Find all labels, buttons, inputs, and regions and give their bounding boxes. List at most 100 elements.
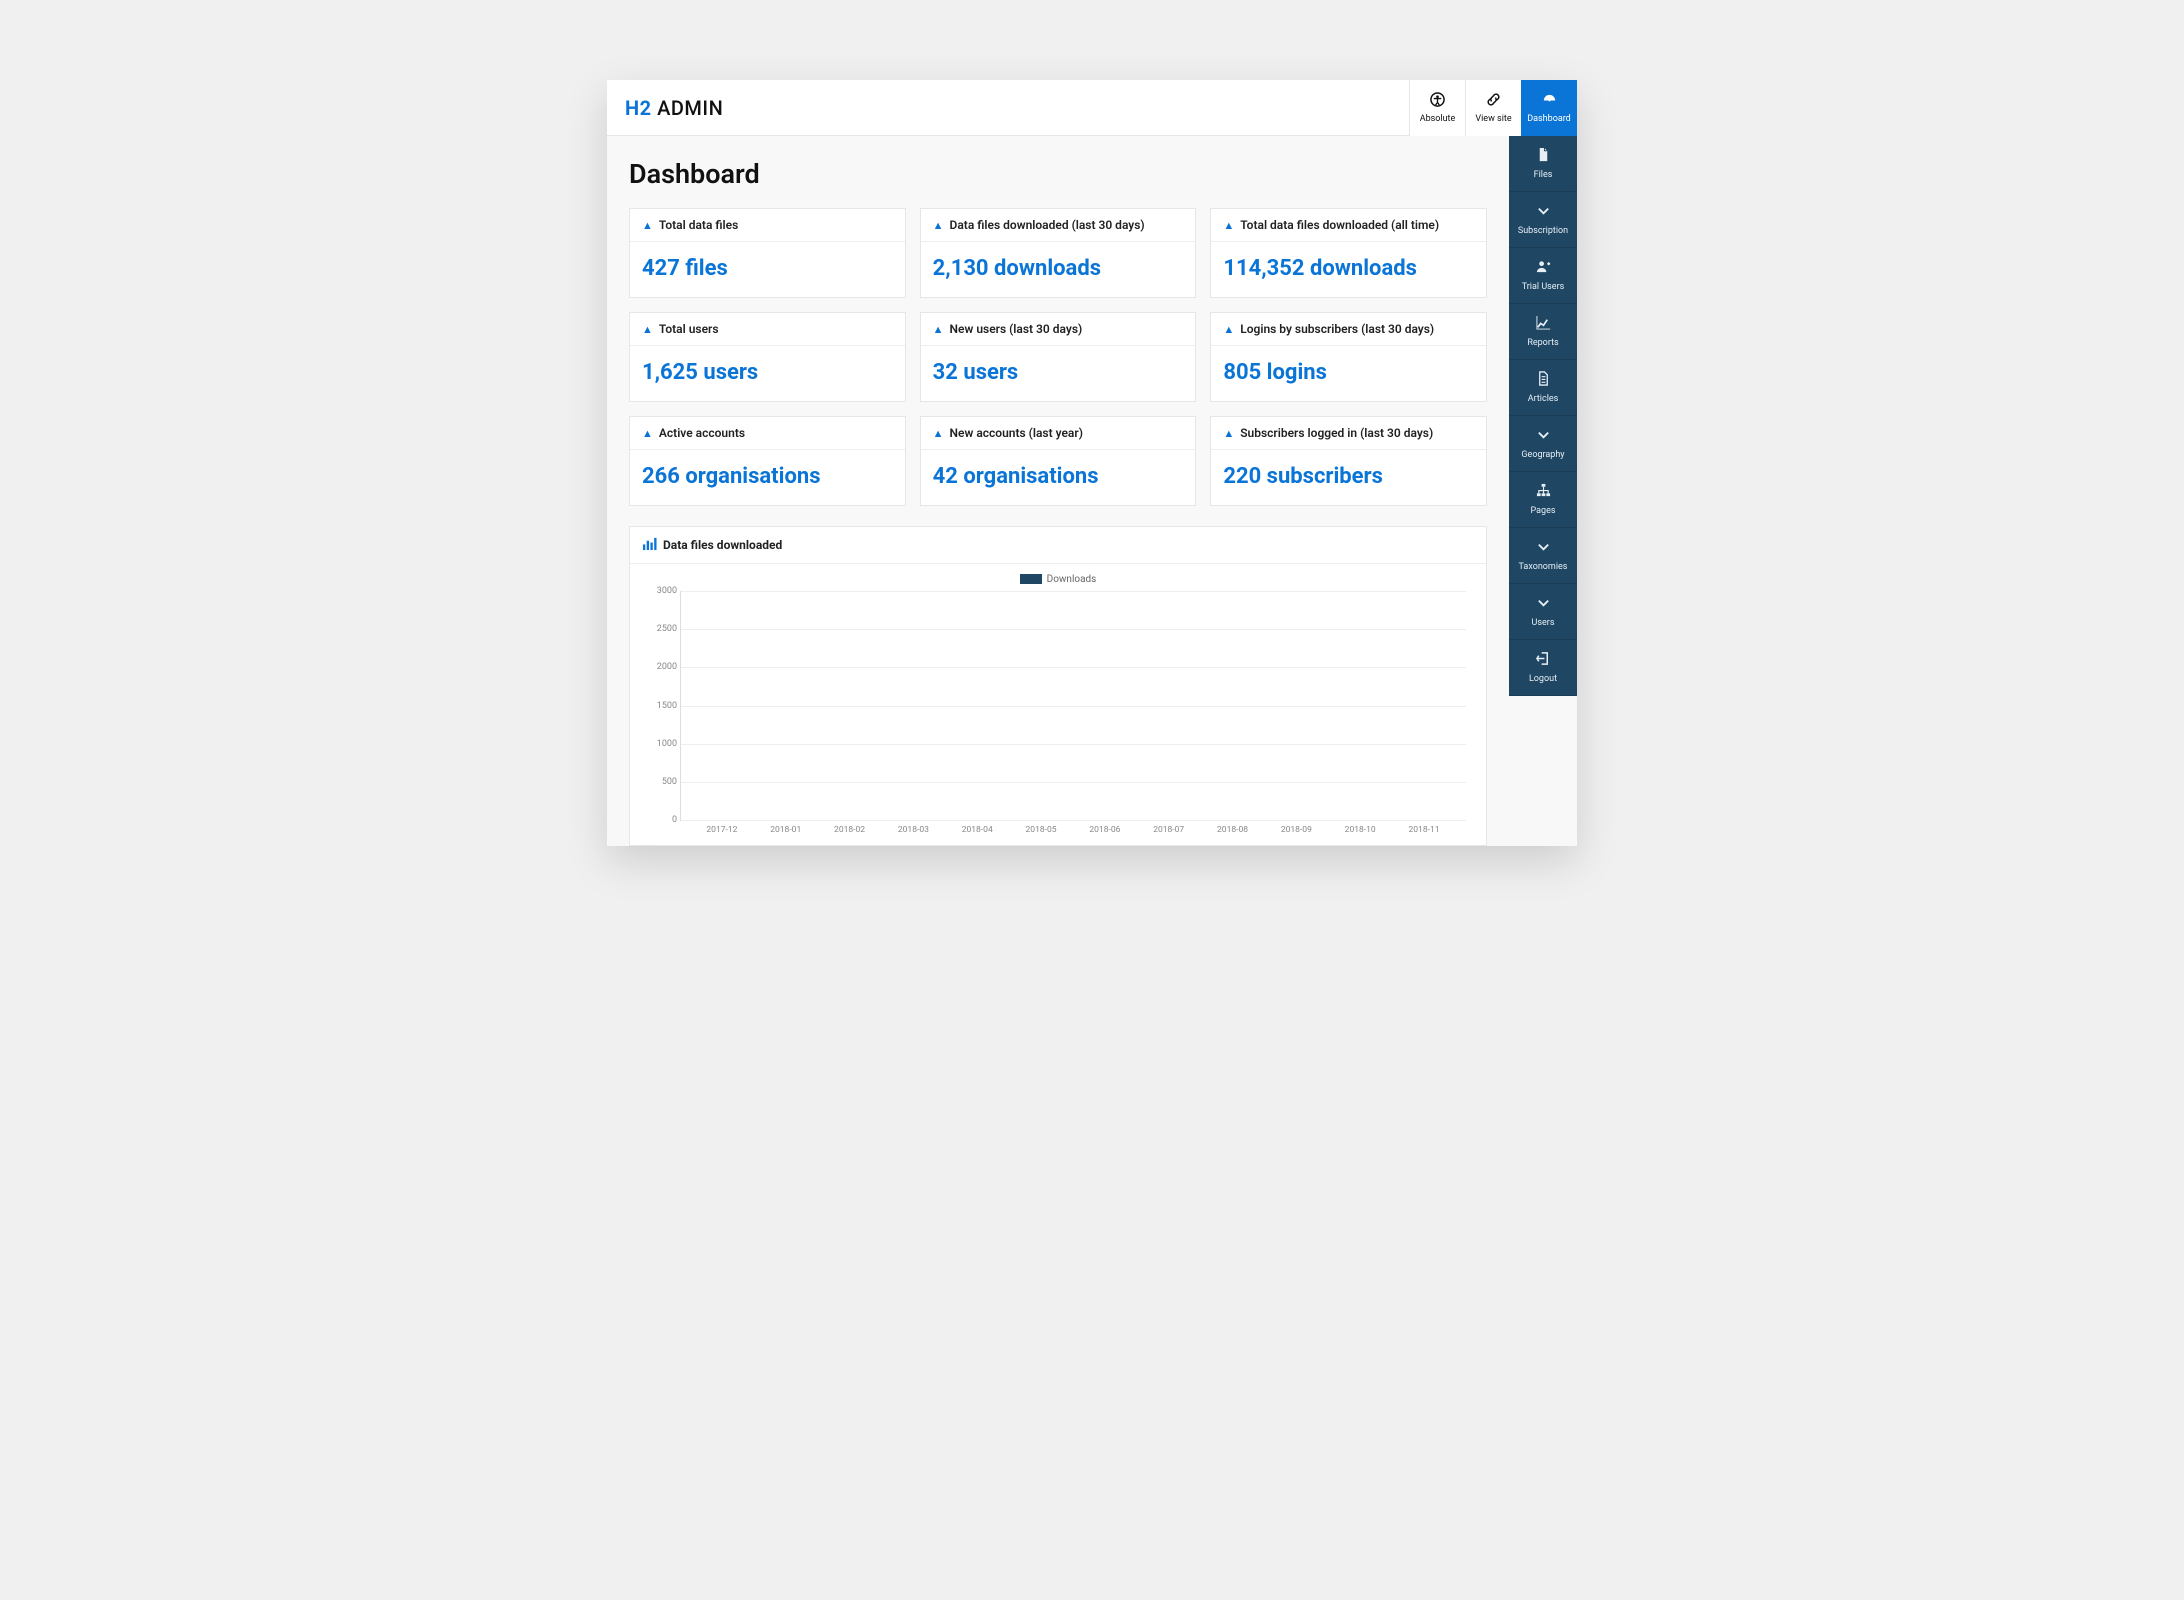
rail-item-reports[interactable]: Reports <box>1509 304 1577 360</box>
rail-item-label: Pages <box>1531 506 1556 516</box>
user-plus-icon <box>1536 259 1551 278</box>
stat-head: ▲Total data files <box>630 209 905 242</box>
chart-header: Data files downloaded <box>630 527 1486 564</box>
x-tick: 2018-07 <box>1149 825 1189 835</box>
header-btn-view-site[interactable]: View site <box>1465 80 1521 136</box>
bar-chart-icon <box>642 536 657 554</box>
rail-item-trial-users[interactable]: Trial Users <box>1509 248 1577 304</box>
gridline <box>681 820 1466 821</box>
y-tick: 1000 <box>643 739 677 749</box>
stat-card[interactable]: ▲ Subscribers logged in (last 30 days) 220… <box>1210 416 1487 506</box>
stat-card[interactable]: ▲Logins by subscribers (last 30 days)805… <box>1210 312 1487 402</box>
x-tick: 2018-09 <box>1276 825 1316 835</box>
stat-value: 32 users <box>921 346 1196 401</box>
stat-title: Active accounts <box>659 426 745 440</box>
main-content: Dashboard ▲Total data files427 files▲Dat… <box>607 136 1509 846</box>
header-btn-label: Dashboard <box>1527 114 1571 124</box>
stat-card[interactable]: ▲New accounts (last year)42 organisation… <box>920 416 1197 506</box>
chevron-down-icon <box>1536 595 1551 614</box>
arrow-up-icon: ▲ <box>1223 427 1234 440</box>
file-icon <box>1536 147 1551 166</box>
arrow-up-icon: ▲ <box>1223 323 1234 336</box>
brand-prefix: H2 <box>625 96 652 120</box>
accessibility-icon <box>1430 92 1445 111</box>
x-tick: 2018-05 <box>1021 825 1061 835</box>
stat-head: ▲New users (last 30 days) <box>921 313 1196 346</box>
bars-container <box>681 591 1466 820</box>
stat-value: 2,130 downloads <box>921 242 1196 297</box>
rail-item-subscription[interactable]: Subscription <box>1509 192 1577 248</box>
stat-title: Subscribers logged in (last 30 days) <box>1240 426 1433 440</box>
x-tick: 2018-02 <box>830 825 870 835</box>
link-icon <box>1486 92 1501 111</box>
chart-plot: 050010001500200025003000 <box>680 591 1466 821</box>
stat-card[interactable]: ▲ Total users 1,625 users <box>629 312 906 402</box>
arrow-up-icon: ▲ <box>642 427 653 440</box>
stat-head: ▲ New accounts (last year) <box>921 417 1196 450</box>
rail-item-label: Subscription <box>1518 226 1568 236</box>
x-tick: 2018-01 <box>766 825 806 835</box>
stat-value: 427 files <box>630 242 905 297</box>
chart-legend: Downloads <box>640 574 1476 585</box>
y-tick: 1500 <box>643 701 677 711</box>
rail-item-geography[interactable]: Geography <box>1509 416 1577 472</box>
rail-item-taxonomies[interactable]: Taxonomies <box>1509 528 1577 584</box>
chart-body: Downloads 050010001500200025003000 2017-… <box>630 564 1486 845</box>
stat-value: 266 organisations <box>630 450 905 505</box>
chevron-down-icon <box>1536 203 1551 222</box>
stat-title: Total users <box>659 322 719 336</box>
x-tick: 2018-03 <box>893 825 933 835</box>
header-btn-dashboard[interactable]: Dashboard <box>1521 80 1577 136</box>
stat-value: 114,352 downloads <box>1211 242 1486 297</box>
rail-item-articles[interactable]: Articles <box>1509 360 1577 416</box>
x-tick: 2018-10 <box>1340 825 1380 835</box>
x-tick: 2017-12 <box>702 825 742 835</box>
chevron-down-icon <box>1536 427 1551 446</box>
stat-title: New accounts (last year) <box>950 426 1083 440</box>
header-btn-label: View site <box>1475 114 1511 124</box>
stat-card[interactable]: ▲New users (last 30 days)32 users <box>920 312 1197 402</box>
arrow-up-icon: ▲ <box>933 219 944 232</box>
sitemap-icon <box>1536 483 1551 502</box>
dashboard-icon <box>1542 92 1557 111</box>
y-tick: 500 <box>643 777 677 787</box>
arrow-up-icon: ▲ <box>642 323 653 336</box>
x-tick: 2018-06 <box>1085 825 1125 835</box>
stat-head: ▲ Total users <box>630 313 905 346</box>
chart-card: Data files downloaded Downloads 05001000… <box>629 526 1487 846</box>
rail-item-label: Reports <box>1527 338 1558 348</box>
stat-title: Data files downloaded (last 30 days) <box>950 218 1145 232</box>
rail-item-pages[interactable]: Pages <box>1509 472 1577 528</box>
document-icon <box>1536 371 1551 390</box>
stat-value: 1,625 users <box>630 346 905 401</box>
stat-head: ▲ Active accounts <box>630 417 905 450</box>
x-tick: 2018-08 <box>1213 825 1253 835</box>
y-tick: 0 <box>643 815 677 825</box>
rail-item-files[interactable]: Files <box>1509 136 1577 192</box>
header-btn-label: Absolute <box>1420 114 1456 124</box>
arrow-up-icon: ▲ <box>1223 219 1234 232</box>
y-tick: 2500 <box>643 624 677 634</box>
stat-head: ▲ Subscribers logged in (last 30 days) <box>1211 417 1486 450</box>
header-btn-absolute[interactable]: Absolute <box>1409 80 1465 136</box>
chart-line-icon <box>1536 315 1551 334</box>
stat-value: 805 logins <box>1211 346 1486 401</box>
side-rail: Files Subscription Trial Users Reports Artic… <box>1509 136 1577 696</box>
rail-item-label: Files <box>1534 170 1553 180</box>
stats-grid: ▲Total data files427 files ▲ Data files do… <box>629 208 1487 506</box>
logout-icon <box>1536 651 1551 670</box>
rail-item-users[interactable]: Users <box>1509 584 1577 640</box>
stat-card[interactable]: ▲Total data files downloaded (all time)1… <box>1210 208 1487 298</box>
arrow-up-icon: ▲ <box>933 427 944 440</box>
stat-title: New users (last 30 days) <box>950 322 1083 336</box>
brand-logo: H2 ADMIN <box>607 96 741 120</box>
stat-value: 220 subscribers <box>1211 450 1486 505</box>
stat-head: ▲Total data files downloaded (all time) <box>1211 209 1486 242</box>
rail-item-label: Geography <box>1521 450 1564 460</box>
stat-card[interactable]: ▲Total data files427 files <box>629 208 906 298</box>
stat-card[interactable]: ▲ Active accounts 266 organisations <box>629 416 906 506</box>
rail-item-label: Users <box>1532 618 1555 628</box>
brand-suffix: ADMIN <box>657 96 723 120</box>
stat-card[interactable]: ▲ Data files downloaded (last 30 days) 2,1… <box>920 208 1197 298</box>
rail-item-logout[interactable]: Logout <box>1509 640 1577 696</box>
